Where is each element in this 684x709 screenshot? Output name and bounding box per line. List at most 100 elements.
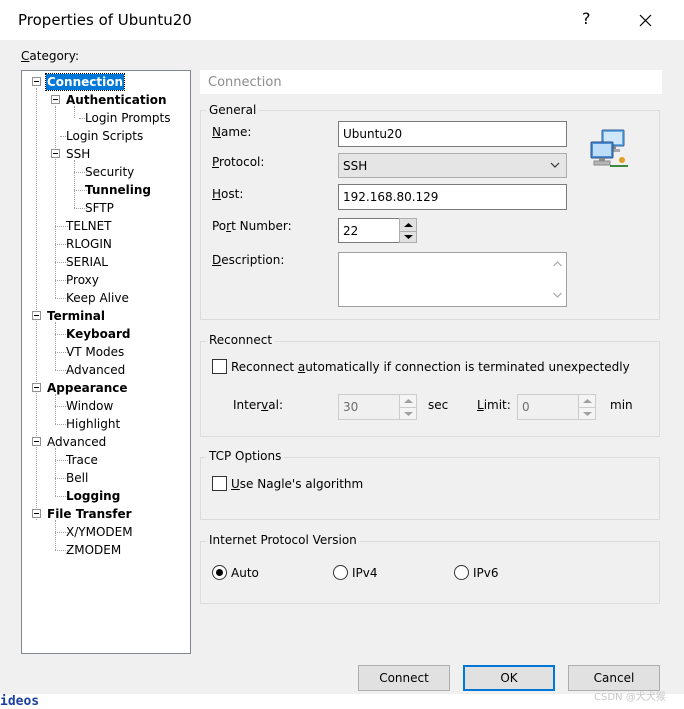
window-title: Properties of Ubuntu20 xyxy=(18,11,192,29)
ip-auto-label: Auto xyxy=(231,566,259,580)
arrow-up-icon xyxy=(404,399,413,403)
tree-line xyxy=(55,448,56,496)
port-step-up[interactable] xyxy=(400,219,416,231)
reconnect-checkbox[interactable] xyxy=(212,359,227,374)
host-input[interactable]: 192.168.80.129 xyxy=(338,184,567,210)
background-text: ideos xyxy=(0,694,40,709)
tree-line xyxy=(74,160,75,208)
limit-step-up[interactable] xyxy=(579,395,595,407)
nagle-checkbox[interactable] xyxy=(212,476,227,491)
ipv6-label: IPv6 xyxy=(473,566,499,580)
ok-button[interactable]: OK xyxy=(463,665,555,691)
tree-item-keep-alive[interactable]: Keep Alive xyxy=(65,290,130,306)
panel-header: Connection xyxy=(200,70,662,94)
tree-item-highlight[interactable]: Highlight xyxy=(65,416,121,432)
tree-item-advanced-terminal[interactable]: Advanced xyxy=(65,362,126,378)
tree-item-rlogin[interactable]: RLOGIN xyxy=(65,236,113,252)
collapse-icon[interactable] xyxy=(51,95,60,104)
help-button[interactable]: ? xyxy=(582,9,591,28)
collapse-icon[interactable] xyxy=(32,311,41,320)
description-scrollbar[interactable] xyxy=(549,253,566,306)
limit-input[interactable]: 0 xyxy=(517,394,579,420)
arrow-down-icon xyxy=(583,411,592,416)
category-label: Category: xyxy=(21,49,79,63)
ip-auto-radio[interactable] xyxy=(212,565,227,580)
tree-item-telnet[interactable]: TELNET xyxy=(65,218,113,234)
reconnect-checkbox-label: Reconnect automatically if connection is… xyxy=(231,360,630,374)
title-bar: Properties of Ubuntu20 ? xyxy=(0,0,684,40)
tree-item-terminal[interactable]: Terminal xyxy=(46,308,106,324)
tree-item-authentication[interactable]: Authentication xyxy=(65,92,168,108)
name-input[interactable]: Ubuntu20 xyxy=(338,121,567,147)
tree-item-sftp[interactable]: SFTP xyxy=(84,200,115,216)
collapse-icon[interactable] xyxy=(32,77,41,86)
tree-item-tunneling[interactable]: Tunneling xyxy=(84,182,152,198)
close-icon xyxy=(639,14,652,27)
network-computers-icon xyxy=(590,129,628,167)
tree-item-file-transfer[interactable]: File Transfer xyxy=(46,506,133,522)
limit-stepper[interactable] xyxy=(578,394,596,420)
interval-unit: sec xyxy=(428,398,449,412)
port-stepper[interactable] xyxy=(399,218,417,243)
close-button[interactable] xyxy=(632,6,660,34)
panel-header-title: Connection xyxy=(208,75,282,90)
ipv4-radio[interactable] xyxy=(333,565,348,580)
interval-step-down[interactable] xyxy=(400,407,416,419)
port-label: Port Number: xyxy=(212,219,292,233)
bottom-strip xyxy=(0,694,684,709)
category-tree[interactable]: Connection Authentication Login Prompts … xyxy=(21,70,191,654)
chevron-down-icon xyxy=(550,162,560,168)
connect-button[interactable]: Connect xyxy=(358,665,450,691)
collapse-icon[interactable] xyxy=(51,149,60,158)
protocol-select[interactable]: SSH xyxy=(338,153,567,178)
port-step-down[interactable] xyxy=(400,230,416,243)
reconnect-group-title: Reconnect xyxy=(206,333,276,347)
tcp-options-group-title: TCP Options xyxy=(206,449,285,463)
tree-item-proxy[interactable]: Proxy xyxy=(65,272,100,288)
limit-step-down[interactable] xyxy=(579,407,595,419)
scroll-up-icon xyxy=(553,261,562,267)
tree-item-bell[interactable]: Bell xyxy=(65,470,89,486)
tree-item-trace[interactable]: Trace xyxy=(65,452,99,468)
interval-stepper[interactable] xyxy=(399,394,417,420)
tree-item-xymodem[interactable]: X/YMODEM xyxy=(65,524,134,540)
tree-item-logging[interactable]: Logging xyxy=(65,488,121,504)
arrow-down-icon xyxy=(404,411,413,416)
nagle-checkbox-label: Use Nagle's algorithm xyxy=(231,477,364,491)
arrow-up-icon xyxy=(583,399,592,403)
tree-item-connection[interactable]: Connection xyxy=(44,73,126,91)
arrow-up-icon xyxy=(404,222,413,227)
tree-item-serial[interactable]: SERIAL xyxy=(65,254,109,270)
ipv6-radio[interactable] xyxy=(454,565,469,580)
watermark: CSDN @犬犬猴 xyxy=(594,692,666,703)
limit-label: Limit: xyxy=(477,398,511,412)
properties-dialog: Properties of Ubuntu20 ? Category: Conne… xyxy=(0,0,684,709)
tree-item-window[interactable]: Window xyxy=(65,398,114,414)
collapse-icon[interactable] xyxy=(32,509,41,518)
description-input[interactable] xyxy=(338,252,567,307)
protocol-select-value: SSH xyxy=(343,158,368,173)
tree-item-login-prompts[interactable]: Login Prompts xyxy=(84,110,172,126)
tree-item-keyboard[interactable]: Keyboard xyxy=(65,326,132,342)
tree-item-security[interactable]: Security xyxy=(84,164,135,180)
tree-item-advanced[interactable]: Advanced xyxy=(46,434,107,450)
interval-step-up[interactable] xyxy=(400,395,416,407)
collapse-icon[interactable] xyxy=(32,383,41,392)
tree-item-login-scripts[interactable]: Login Scripts xyxy=(65,128,144,144)
collapse-icon[interactable] xyxy=(32,437,41,446)
tree-line xyxy=(36,88,37,520)
tree-item-zmodem[interactable]: ZMODEM xyxy=(65,542,122,558)
ip-version-group xyxy=(200,541,660,604)
description-label: Description: xyxy=(212,253,285,267)
protocol-label: Protocol: xyxy=(212,155,265,169)
scroll-down-icon xyxy=(553,292,562,298)
tree-item-vt-modes[interactable]: VT Modes xyxy=(65,344,125,360)
arrow-down-icon xyxy=(404,234,413,239)
interval-input[interactable]: 30 xyxy=(338,394,400,420)
tree-item-appearance[interactable]: Appearance xyxy=(46,380,129,396)
tree-item-ssh[interactable]: SSH xyxy=(65,146,91,162)
ipv4-label: IPv4 xyxy=(352,566,378,580)
port-input[interactable]: 22 xyxy=(338,218,400,243)
ip-version-group-title: Internet Protocol Version xyxy=(206,533,360,547)
tree-line xyxy=(55,394,56,424)
